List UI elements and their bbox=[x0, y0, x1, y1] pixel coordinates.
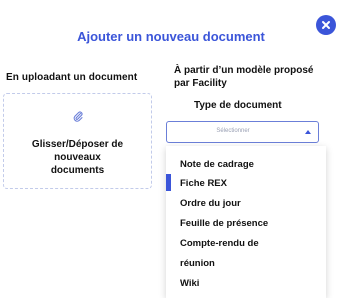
document-type-dropdown: Note de cadrage Fiche REX Ordre du jour … bbox=[166, 146, 326, 298]
dropzone-text-line: documents bbox=[50, 165, 105, 176]
option-feuille-de-presence[interactable]: Feuille de présence bbox=[180, 218, 268, 229]
upload-dropzone[interactable]: Glisser/Déposer de nouveaux documents bbox=[3, 93, 152, 189]
option-compte-rendu-de-reunion[interactable]: Compte-rendu de bbox=[180, 238, 259, 249]
paperclip-icon bbox=[73, 111, 83, 122]
caret-up-icon bbox=[305, 130, 311, 134]
upload-section-heading: En uploadant un document bbox=[6, 72, 138, 83]
option-fiche-rex[interactable]: Fiche REX bbox=[180, 178, 227, 189]
document-type-select[interactable]: Sélectionner bbox=[166, 121, 319, 143]
document-type-label: Type de document bbox=[194, 100, 282, 111]
dialog-title: Ajouter un nouveau document bbox=[77, 29, 265, 44]
option-compte-rendu-de-reunion-line-2[interactable]: réunion bbox=[180, 258, 215, 269]
selected-option-indicator bbox=[166, 174, 171, 191]
option-note-de-cadrage[interactable]: Note de cadrage bbox=[180, 159, 254, 170]
select-value: Sélectionner bbox=[216, 128, 250, 134]
dropzone-text-line: Glisser/Déposer de bbox=[31, 139, 124, 150]
model-heading-line-1: À partir d’un modèle proposé bbox=[174, 65, 314, 76]
dropzone-text-line: nouveaux bbox=[54, 152, 101, 163]
dropzone-text: Glisser/Déposer de nouveaux documents bbox=[4, 138, 151, 177]
model-section-heading: À partir d’un modèle proposé par Facilit… bbox=[174, 64, 334, 90]
model-heading-line-2: par Facility bbox=[174, 78, 227, 89]
option-wiki[interactable]: Wiki bbox=[180, 278, 199, 289]
option-ordre-du-jour[interactable]: Ordre du jour bbox=[180, 198, 241, 209]
